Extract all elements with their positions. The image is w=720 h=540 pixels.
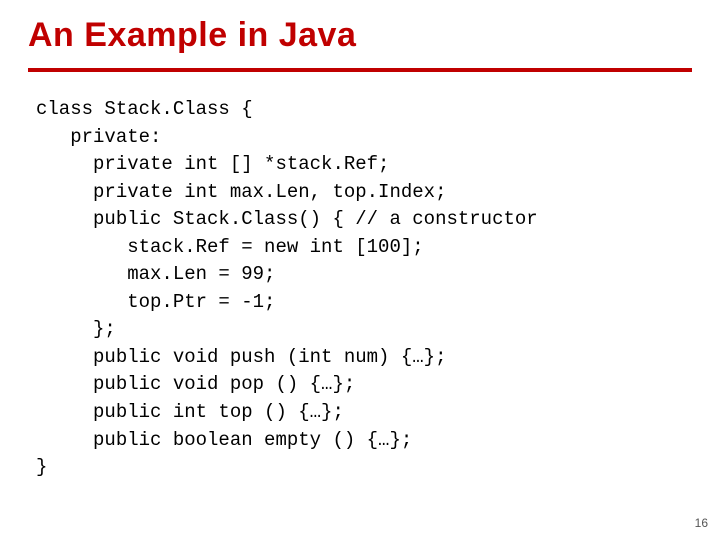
page-number: 16 xyxy=(695,516,708,530)
code-block: class Stack.Class { private: private int… xyxy=(36,96,684,482)
slide: An Example in Java class Stack.Class { p… xyxy=(0,0,720,540)
title-underline xyxy=(28,68,692,72)
slide-title: An Example in Java xyxy=(28,16,356,55)
